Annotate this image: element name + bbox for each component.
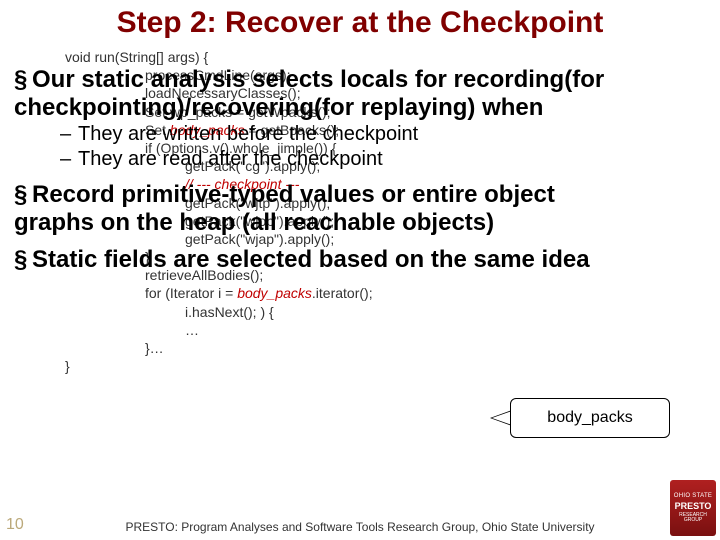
slide: Step 2: Recover at the Checkpoint void r… (0, 0, 720, 540)
code-line: … (185, 321, 625, 339)
callout-body-packs: body_packs (510, 398, 670, 438)
bullet-marker: § (14, 181, 32, 209)
logo-bot: RESEARCH GROUP (670, 513, 716, 523)
code-text: .iterator(); (312, 285, 373, 301)
footer: PRESTO: Program Analyses and Software To… (100, 520, 620, 534)
slide-title: Step 2: Recover at the Checkpoint (60, 6, 660, 40)
sub-bullet-text: They are written before the checkpoint (78, 123, 418, 145)
sub-bullet: –They are written before the checkpoint (60, 123, 640, 146)
bullet-item: §Static fields are selected based on the… (14, 246, 640, 274)
dash-marker: – (60, 123, 78, 146)
code-text: for (Iterator i = (145, 285, 237, 301)
callout-tail (490, 410, 512, 426)
bullet-text: Our static analysis selects locals for r… (14, 66, 604, 121)
presto-logo: OHIO STATE PRESTO RESEARCH GROUP (670, 480, 716, 536)
bullet-item: §Record primitive-typed values or entire… (14, 181, 640, 236)
logo-mid: PRESTO (675, 501, 712, 511)
sub-bullet-text: They are read after the checkpoint (78, 148, 383, 170)
bullet-item: §Our static analysis selects locals for … (14, 66, 640, 171)
bullet-list: §Our static analysis selects locals for … (14, 66, 640, 284)
bullet-marker: § (14, 66, 32, 94)
logo-top: OHIO STATE (674, 493, 712, 499)
code-line: void run(String[] args) { (65, 48, 625, 66)
slide-number: 10 (6, 516, 24, 534)
code-line: }… (145, 339, 625, 357)
code-line: i.hasNext(); ) { (185, 303, 625, 321)
code-line: } (65, 357, 625, 375)
dash-marker: – (60, 148, 78, 171)
sub-bullet: –They are read after the checkpoint (60, 148, 640, 171)
bullet-text: Static fields are selected based on the … (32, 246, 590, 273)
code-highlight: body_packs (237, 285, 312, 301)
bullet-marker: § (14, 246, 32, 274)
code-line: for (Iterator i = body_packs.iterator(); (145, 284, 625, 302)
bullet-text: Record primitive-typed values or entire … (14, 181, 555, 236)
